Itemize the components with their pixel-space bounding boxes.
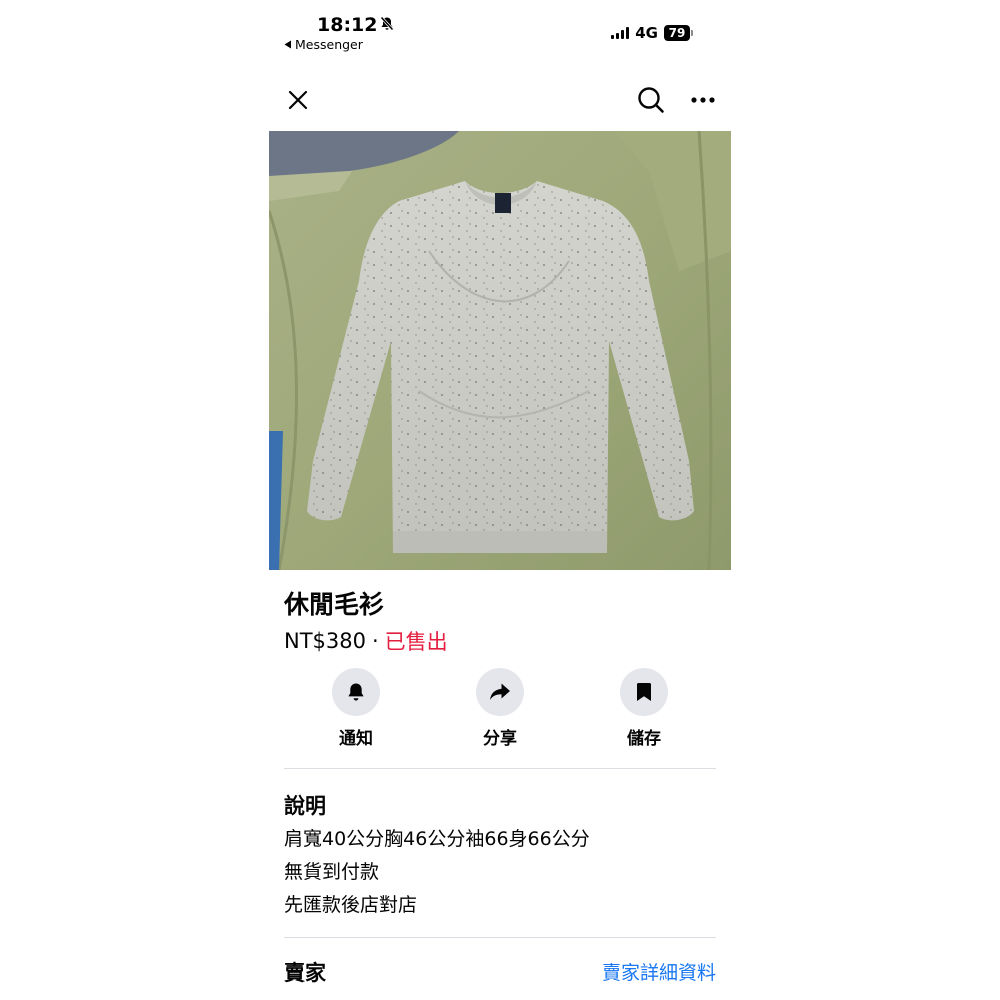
status-indicators: 4G 79 bbox=[611, 24, 693, 42]
save-button[interactable]: 儲存 bbox=[584, 668, 704, 749]
divider bbox=[284, 937, 716, 938]
description-line: 無貨到付款 bbox=[284, 861, 380, 883]
notify-button[interactable]: 通知 bbox=[296, 668, 416, 749]
back-to-app[interactable]: Messenger bbox=[284, 37, 363, 52]
share-label: 分享 bbox=[483, 729, 517, 749]
silent-bell-icon bbox=[380, 14, 395, 36]
close-button[interactable] bbox=[282, 84, 314, 116]
marketplace-listing-screen: 18:12 Messenger 4G 79 休閒毛衫 NT$380 · 已售出 … bbox=[269, 0, 731, 1000]
back-app-label: Messenger bbox=[295, 37, 363, 52]
notify-label: 通知 bbox=[339, 729, 373, 749]
price-separator: · bbox=[371, 629, 379, 653]
search-icon bbox=[638, 87, 664, 113]
status-time: 18:12 bbox=[317, 14, 395, 36]
battery-level: 79 bbox=[664, 25, 690, 41]
bookmark-icon bbox=[637, 683, 651, 701]
description-line: 肩寬40公分胸46公分袖66身66公分 bbox=[284, 828, 590, 850]
status-time-text: 18:12 bbox=[317, 14, 378, 36]
sold-status: 已售出 bbox=[384, 630, 448, 654]
seller-heading: 賣家 bbox=[284, 961, 326, 985]
back-triangle-icon bbox=[284, 37, 292, 52]
battery-icon: 79 bbox=[664, 25, 693, 41]
share-icon bbox=[490, 683, 510, 700]
listing-photo[interactable] bbox=[269, 131, 731, 570]
network-type: 4G bbox=[635, 24, 658, 42]
save-circle bbox=[620, 668, 668, 716]
bell-icon bbox=[348, 683, 364, 701]
save-label: 儲存 bbox=[627, 729, 661, 749]
divider bbox=[284, 768, 716, 769]
more-icon bbox=[691, 97, 715, 103]
top-nav-bar bbox=[269, 76, 731, 122]
seller-details-link[interactable]: 賣家詳細資料 bbox=[602, 958, 716, 985]
share-button[interactable]: 分享 bbox=[440, 668, 560, 749]
action-row: 通知 分享 儲存 bbox=[269, 668, 731, 752]
signal-icon bbox=[611, 27, 630, 39]
listing-price: NT$380 bbox=[284, 629, 366, 653]
listing-title: 休閒毛衫 bbox=[284, 590, 385, 619]
close-icon bbox=[288, 90, 308, 110]
sweater-photo-image bbox=[269, 131, 731, 570]
description-line: 先匯款後店對店 bbox=[284, 894, 418, 916]
description-text: 肩寬40公分胸46公分袖66身66公分 無貨到付款 先匯款後店對店 bbox=[284, 823, 590, 922]
price-row: NT$380 · 已售出 bbox=[284, 626, 448, 656]
more-button[interactable] bbox=[685, 84, 721, 116]
description-heading: 說明 bbox=[284, 794, 326, 818]
notify-circle bbox=[332, 668, 380, 716]
share-circle bbox=[476, 668, 524, 716]
search-button[interactable] bbox=[633, 84, 669, 116]
